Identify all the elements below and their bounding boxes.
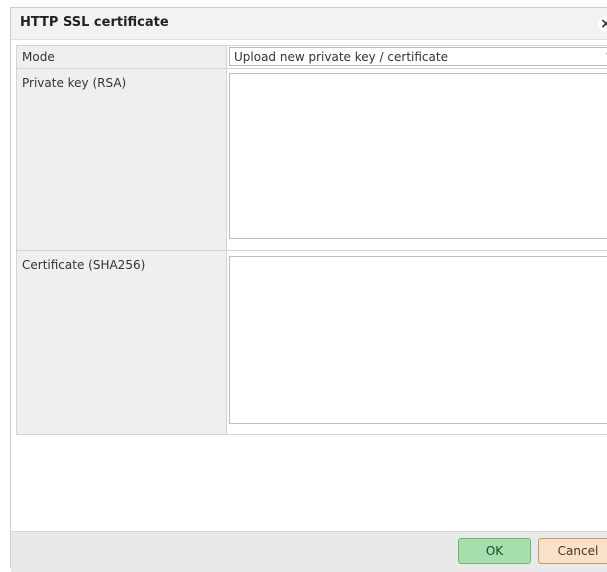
dialog-title: HTTP SSL certificate bbox=[20, 15, 169, 30]
close-icon[interactable]: × bbox=[598, 16, 607, 32]
certificate-textarea[interactable] bbox=[229, 256, 607, 424]
private-key-label: Private key (RSA) bbox=[17, 69, 227, 250]
mode-select[interactable]: Upload new private key / certificate bbox=[229, 47, 607, 66]
dialog-titlebar[interactable]: HTTP SSL certificate × bbox=[11, 8, 607, 40]
cancel-button[interactable]: Cancel bbox=[538, 538, 607, 564]
mode-row: Mode Upload new private key / certificat… bbox=[17, 46, 607, 69]
ssl-certificate-dialog: HTTP SSL certificate × Mode Upload new p… bbox=[10, 7, 607, 572]
certificate-row: Certificate (SHA256) bbox=[17, 251, 607, 434]
private-key-row: Private key (RSA) bbox=[17, 69, 607, 251]
certificate-label: Certificate (SHA256) bbox=[17, 251, 227, 434]
dialog-footer: OK Cancel bbox=[11, 531, 607, 572]
private-key-textarea[interactable] bbox=[229, 73, 607, 239]
certificate-form: Mode Upload new private key / certificat… bbox=[16, 45, 607, 435]
mode-selected-value: Upload new private key / certificate bbox=[234, 50, 448, 64]
ok-button[interactable]: OK bbox=[458, 538, 531, 564]
mode-label: Mode bbox=[17, 46, 227, 68]
